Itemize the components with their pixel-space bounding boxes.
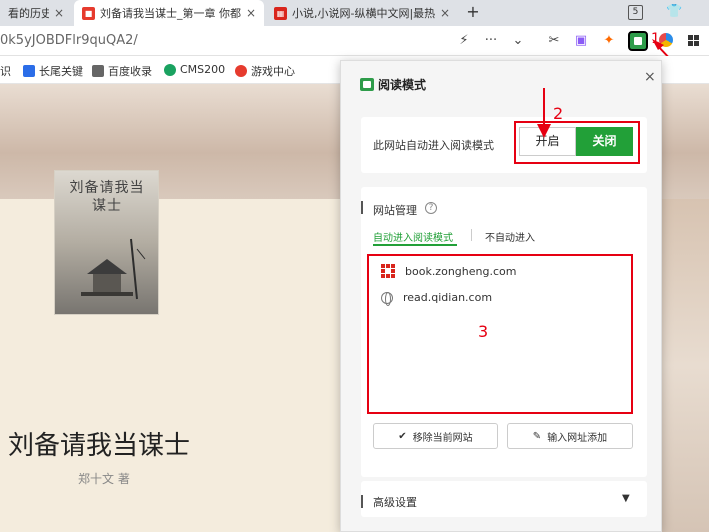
annotation-box-3: book.zongheng.com read.qidian.com	[367, 254, 633, 414]
bookmark-label: 长尾关键	[39, 65, 83, 78]
auto-reading-card: 此网站自动进入阅读模式 开启 关闭	[361, 117, 647, 173]
globe-icon	[381, 291, 393, 306]
url-input[interactable]: 0k5yJOBDFlr9quQA2/	[0, 33, 138, 48]
tab-title: 刘备请我当谋士_第一章 你都二	[100, 7, 241, 20]
tab-no-auto-enter[interactable]: 不自动进入	[485, 229, 535, 244]
bookmark-icon	[23, 65, 35, 77]
bookmark-item[interactable]: 识	[0, 63, 11, 79]
zongheng-favicon-icon: ▦	[274, 6, 287, 20]
advanced-settings-label: 高级设置	[373, 496, 417, 509]
remove-site-button[interactable]: ✔ 移除当前网站	[373, 423, 498, 449]
bookmark-label: CMS200	[180, 63, 226, 76]
disable-button[interactable]: 关闭	[576, 127, 633, 156]
tab-bar: 看的历史 × ■ 刘备请我当谋士_第一章 你都二 × ▦ 小说,小说网-纵横中文…	[0, 0, 709, 26]
tab-count-badge[interactable]: 5	[628, 5, 643, 20]
tab-auto-enter[interactable]: 自动进入阅读模式	[373, 229, 453, 244]
bookmark-icon	[164, 63, 176, 76]
close-icon[interactable]: ×	[246, 6, 256, 20]
tab-divider	[471, 229, 472, 241]
more-icon[interactable]: ···	[482, 32, 500, 50]
cover-title: 刘备请我当谋士	[69, 180, 145, 214]
site-management-label: 网站管理	[373, 204, 417, 217]
book-author: 郑十文 著	[78, 472, 130, 486]
site-url: read.qidian.com	[403, 291, 493, 304]
auto-enter-label: 此网站自动进入阅读模式	[373, 139, 494, 152]
close-icon[interactable]: ×	[54, 6, 64, 20]
close-icon[interactable]: ×	[644, 69, 656, 85]
annotation-number-2: 2	[553, 104, 564, 123]
chevron-down-icon[interactable]: ⌄	[509, 32, 527, 50]
tab-active-chapter[interactable]: ■ 刘备请我当谋士_第一章 你都二 ×	[74, 0, 264, 26]
tab-zongheng[interactable]: ▦ 小说,小说网-纵横中文网|最热 ×	[266, 0, 458, 26]
new-tab-button[interactable]: +	[463, 2, 483, 22]
bookmark-item[interactable]: 长尾关键	[23, 63, 83, 79]
tab-history[interactable]: 看的历史 ×	[0, 0, 72, 26]
bookmark-label: 游戏中心	[251, 65, 295, 78]
reading-mode-logo-icon	[360, 78, 374, 91]
book-cover[interactable]: 刘备请我当谋士	[54, 170, 159, 315]
bookmark-icon	[92, 65, 104, 77]
pencil-icon: ✎	[532, 430, 542, 442]
lightning-icon[interactable]: ⚡	[455, 32, 473, 50]
annotation-arrow-2	[537, 88, 551, 138]
tab-title: 看的历史	[8, 7, 49, 20]
site-management-card: 网站管理 ? 自动进入阅读模式 不自动进入 book.zongheng.com …	[361, 187, 647, 477]
tab-title: 小说,小说网-纵横中文网|最热	[292, 7, 435, 20]
book-info-card	[0, 199, 342, 532]
advanced-settings-card[interactable]: 高级设置 ▼	[361, 481, 647, 517]
help-icon[interactable]: ?	[425, 202, 437, 214]
bookmark-icon	[235, 65, 247, 77]
zongheng-site-icon	[381, 264, 395, 278]
section-marker	[361, 201, 363, 214]
check-icon: ✔	[398, 430, 407, 442]
reading-mode-extension-icon[interactable]	[628, 31, 648, 51]
add-site-label: 输入网址添加	[547, 432, 608, 444]
caret-down-icon[interactable]: ▼	[622, 493, 630, 504]
address-bar: 0k5yJOBDFlr9quQA2/ ⚡ ··· ⌄ ✂ ▣ ✦ 1	[0, 26, 709, 81]
bookmark-item[interactable]: 百度收录	[92, 63, 152, 79]
cover-pavilion-image	[81, 238, 146, 300]
panel-title: 阅读模式	[378, 78, 427, 92]
bookmark-item[interactable]: 游戏中心	[235, 63, 295, 79]
book-title: 刘备请我当谋士	[8, 431, 191, 461]
close-icon[interactable]: ×	[440, 6, 450, 20]
bookmark-label: 百度收录	[108, 65, 152, 78]
extension-orange-icon[interactable]: ✦	[600, 32, 618, 50]
bookmark-item[interactable]: CMS200	[164, 63, 225, 76]
section-marker	[361, 495, 363, 508]
annotation-number-3: 3	[478, 322, 489, 341]
reading-mode-panel: × 阅读模式 此网站自动进入阅读模式 开启 关闭 网站管理 ? 自动进入阅读模式…	[340, 60, 662, 532]
note-icon[interactable]: ▣	[572, 32, 590, 50]
remove-site-label: 移除当前网站	[412, 432, 473, 444]
bookmark-label: 识	[0, 65, 11, 78]
site-url: book.zongheng.com	[405, 264, 517, 278]
list-item[interactable]: book.zongheng.com	[381, 264, 516, 278]
list-item[interactable]: read.qidian.com	[381, 291, 493, 306]
add-site-button[interactable]: ✎ 输入网址添加	[507, 423, 633, 449]
active-tab-underline	[373, 244, 457, 246]
scissors-icon[interactable]: ✂	[545, 32, 563, 50]
shirt-icon[interactable]: 👕	[666, 4, 682, 19]
book-favicon-icon: ■	[82, 6, 95, 20]
